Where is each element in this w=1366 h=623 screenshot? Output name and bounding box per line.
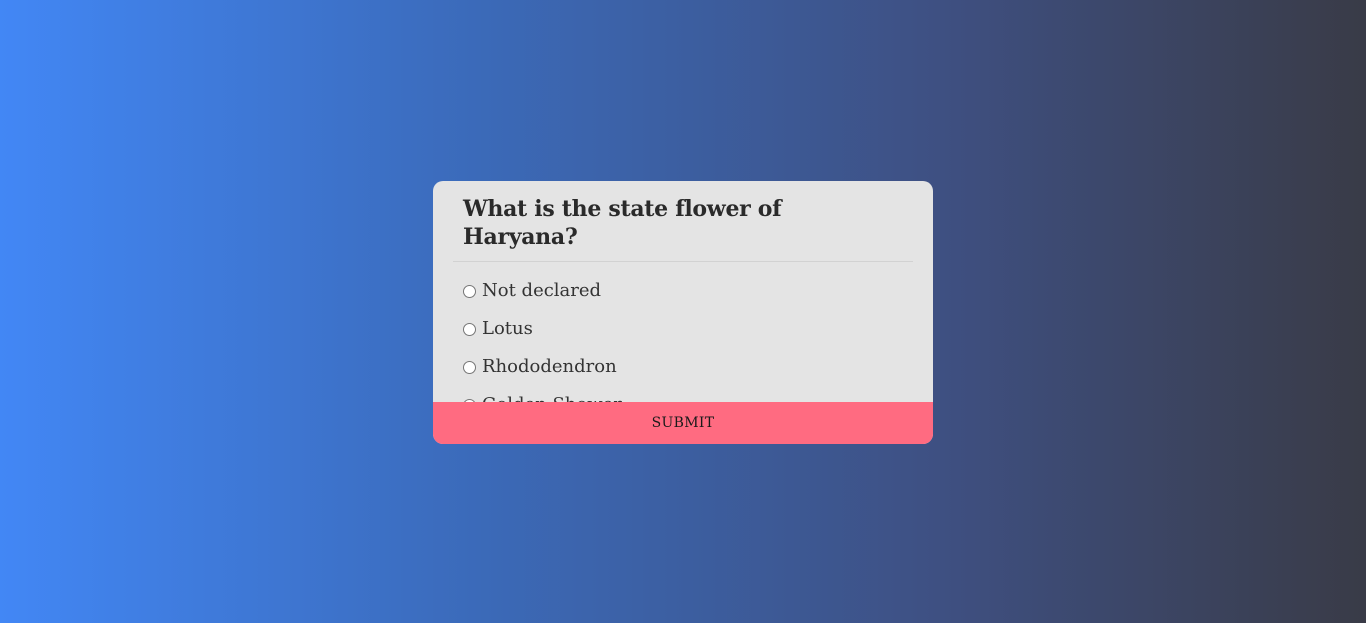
question-header: What is the state flower of Haryana? — [453, 181, 913, 262]
answer-option-lotus[interactable]: Lotus — [463, 310, 903, 348]
radio-button[interactable] — [463, 322, 476, 336]
page-background: { "quiz": { "question": "What is the sta… — [0, 0, 1366, 623]
answer-option-not-declared[interactable]: Not declared — [463, 272, 903, 310]
radio-button[interactable] — [463, 360, 476, 374]
answer-label[interactable]: Rhododendron — [482, 356, 617, 378]
answer-list: Not declared Lotus Rhododendron Golden S… — [433, 262, 933, 424]
submit-button[interactable]: SUBMIT — [433, 402, 933, 444]
answer-option-rhododendron[interactable]: Rhododendron — [463, 348, 903, 386]
answer-label[interactable]: Lotus — [482, 318, 533, 340]
radio-button[interactable] — [463, 284, 476, 298]
answer-label[interactable]: Not declared — [482, 280, 601, 302]
quiz-card: What is the state flower of Haryana? Not… — [433, 181, 933, 444]
question-title: What is the state flower of Haryana? — [463, 196, 782, 250]
